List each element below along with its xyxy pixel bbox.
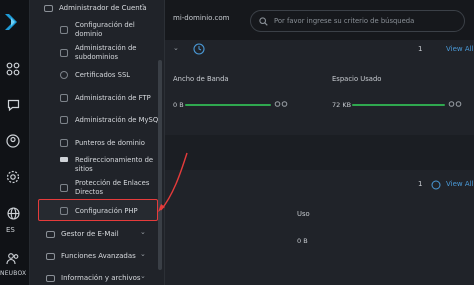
bandwidth-bar [185, 104, 271, 106]
menu-section-account-admin[interactable]: Administrador de Cuenta [44, 4, 147, 12]
disk-usage-value: 72 KB [332, 101, 352, 109]
icon-rail: ES NEUBOX [0, 0, 30, 285]
usage-card: 1 View All Uso 0 B [165, 170, 474, 285]
menu-group-advanced[interactable]: Funciones Avanzadas [46, 252, 136, 260]
menu-group-advanced-label: Funciones Avanzadas [61, 252, 136, 260]
column-usage: Uso [297, 210, 310, 218]
ftp-folder-icon [60, 94, 68, 102]
lock-icon [60, 184, 68, 192]
column-bandwidth: Ancho de Banda [173, 75, 229, 83]
files-icon [46, 274, 55, 282]
domain-selector[interactable]: mi-dominio.com [173, 14, 230, 22]
apps-grid-icon[interactable] [5, 61, 21, 77]
top-bar: mi-dominio.com Por favor ingrese su crit… [165, 0, 474, 40]
neubox-logo-icon[interactable] [3, 12, 21, 32]
main-content: mi-dominio.com Por favor ingrese su crit… [165, 0, 474, 285]
chevron-up-icon[interactable]: ⌃ [140, 3, 146, 11]
database-icon [60, 116, 68, 124]
link-chain-icon[interactable] [274, 101, 288, 107]
sub-item-domain-config[interactable]: Configuración del dominio [75, 21, 150, 39]
chevron-down-icon[interactable]: ⌄ [140, 228, 146, 236]
language-label[interactable]: ES [6, 226, 15, 234]
annotation-arrow-icon [158, 152, 188, 212]
gear-icon[interactable] [5, 169, 21, 185]
view-all-link[interactable]: View All [446, 180, 474, 188]
users-icon[interactable] [5, 250, 21, 266]
menu-group-email-label: Gestor de E-Mail [61, 230, 119, 238]
sub-item-php-config[interactable]: Configuración PHP [75, 207, 160, 216]
sub-item-mysql[interactable]: Administración de MySQL [75, 116, 165, 125]
sub-item-pointers[interactable]: Punteros de dominio [75, 139, 160, 148]
sub-item-hotlink-protection[interactable]: Protección de Enlaces Directos [75, 179, 160, 197]
menu-section-label: Administrador de Cuenta [59, 4, 147, 12]
redirect-icon [60, 157, 68, 162]
user-circle-icon[interactable] [5, 133, 21, 149]
chevron-down-icon[interactable]: ⌄ [173, 44, 179, 52]
refresh-icon[interactable] [431, 180, 441, 190]
sub-item-subdomains[interactable]: Administración de subdominios [75, 44, 150, 62]
brand-label: NEUBOX [0, 270, 27, 277]
ssl-certificate-icon [60, 71, 68, 79]
folder-icon [44, 4, 53, 12]
disk-usage-bar [352, 104, 445, 106]
sub-item-redirects[interactable]: Redireccionamiento de sitios [75, 156, 155, 174]
item-count: 1 [418, 45, 423, 53]
domain-settings-icon [60, 26, 68, 34]
link-chain-icon[interactable] [448, 101, 462, 107]
bandwidth-value: 0 B [173, 101, 184, 109]
usage-value: 0 B [297, 237, 308, 245]
navigation-menu: Administrador de Cuenta ⌃ Configuración … [30, 0, 165, 285]
view-all-link[interactable]: View All [446, 45, 474, 53]
chat-icon[interactable] [5, 97, 21, 113]
menu-group-info-label: Información y archivos [61, 274, 141, 282]
search-placeholder: Por favor ingrese su criterio de búsqued… [274, 17, 415, 25]
sub-item-ftp[interactable]: Administración de FTP [75, 94, 160, 103]
php-config-icon [60, 207, 68, 215]
column-disk-usage: Espacio Usado [332, 75, 382, 83]
search-icon [259, 16, 268, 26]
advanced-icon [46, 252, 55, 260]
domain-pointer-icon [60, 139, 68, 147]
refresh-icon[interactable] [193, 43, 205, 55]
sub-item-ssl[interactable]: Certificados SSL [75, 71, 155, 80]
subdomain-icon [60, 49, 68, 57]
search-input[interactable]: Por favor ingrese su criterio de búsqued… [250, 10, 465, 32]
item-count: 1 [418, 180, 423, 188]
menu-group-info-files[interactable]: Información y archivos [46, 274, 141, 282]
globe-icon[interactable] [5, 205, 21, 221]
chevron-down-icon[interactable]: ⌄ [140, 250, 146, 258]
email-icon [46, 230, 55, 238]
resource-card: ⌄ 1 View All Ancho de Banda Espacio Usad… [165, 40, 474, 135]
menu-group-email[interactable]: Gestor de E-Mail [46, 230, 119, 238]
chevron-down-icon[interactable]: ⌄ [140, 272, 146, 280]
